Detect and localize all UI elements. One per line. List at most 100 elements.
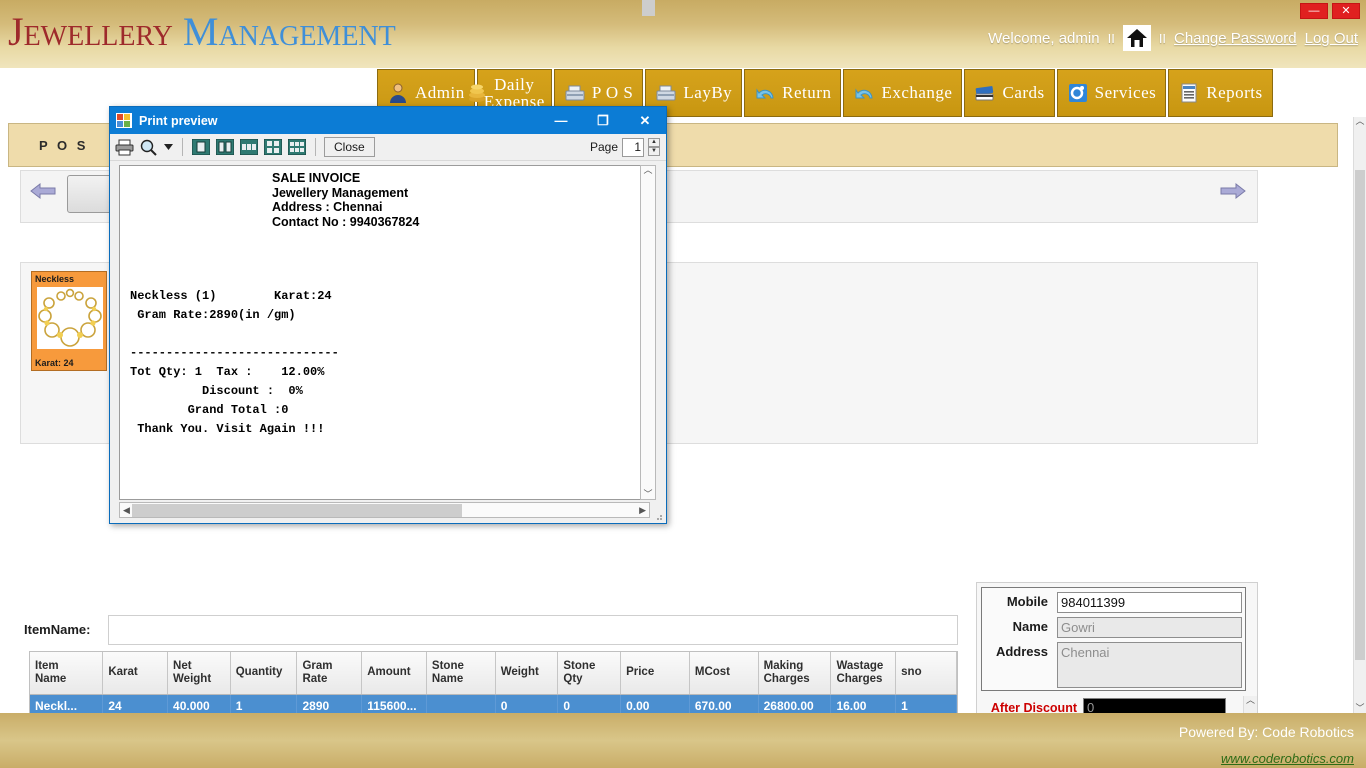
item-name-input[interactable] xyxy=(108,615,958,645)
scroll-thumb[interactable] xyxy=(1355,170,1365,660)
logout-link[interactable]: Log Out xyxy=(1305,30,1358,47)
page-number-input[interactable]: 1 xyxy=(622,137,644,157)
print-preview-minimize-button[interactable]: — xyxy=(540,107,582,134)
col-mcost[interactable]: MCost xyxy=(689,652,759,695)
product-karat-label: Karat: 24 xyxy=(35,358,74,368)
next-arrow-icon[interactable] xyxy=(1219,179,1247,208)
col-item-name[interactable]: Item Name xyxy=(30,652,104,695)
col-label: Net Weight xyxy=(173,659,212,685)
three-page-view-icon[interactable] xyxy=(239,137,259,157)
scroll-thumb[interactable] xyxy=(131,503,462,517)
product-card-neckless[interactable]: Neckless Karat: 24 xyxy=(31,271,107,371)
invoice-header-text: SALE INVOICE Jewellery Management Addres… xyxy=(272,171,420,229)
page-vscrollbar[interactable]: ︿ ﹀ xyxy=(1353,117,1366,713)
col-amount[interactable]: Amount xyxy=(361,652,427,695)
col-weight[interactable]: Weight xyxy=(495,652,559,695)
col-label: Making Charges xyxy=(763,659,810,685)
scroll-thumb[interactable] xyxy=(641,0,655,16)
col-price[interactable]: Price xyxy=(620,652,690,695)
print-icon[interactable] xyxy=(114,137,134,157)
two-page-view-icon[interactable] xyxy=(215,137,235,157)
services-icon xyxy=(1067,82,1089,104)
one-page-view-icon[interactable] xyxy=(191,137,211,157)
home-icon[interactable] xyxy=(1122,25,1151,51)
scroll-down-arrow-icon[interactable]: ﹀ xyxy=(643,490,652,499)
customer-details-box: Mobile 984011399 Name Gowri Address Chen… xyxy=(981,587,1246,691)
page-spinner-down[interactable]: ▼ xyxy=(648,147,660,156)
page-selector: Page 1 ▲ ▼ xyxy=(590,137,662,157)
minimize-button[interactable]: — xyxy=(1300,3,1328,19)
brand-part-two: Management xyxy=(172,9,396,54)
col-stone-qty[interactable]: Stone Qty xyxy=(557,652,622,695)
address-input[interactable]: Chennai xyxy=(1057,642,1242,688)
nav-label-cards: Cards xyxy=(1002,83,1045,102)
pos-tab-title: P O S xyxy=(39,138,89,153)
col-sno[interactable]: sno xyxy=(895,652,957,695)
welcome-text: Welcome, admin xyxy=(988,29,1100,47)
window-controls: — ✕ xyxy=(1300,3,1360,19)
user-icon xyxy=(387,82,409,104)
col-karat[interactable]: Karat xyxy=(102,652,169,695)
print-preview-maximize-button[interactable]: ❐ xyxy=(582,107,624,134)
change-password-link[interactable]: Change Password xyxy=(1174,30,1297,47)
scroll-up-arrow-icon[interactable]: ︿ xyxy=(1355,117,1364,126)
col-label: Wastage Charges xyxy=(836,659,884,685)
col-label: Weight xyxy=(500,666,539,679)
nav-label-layby: LayBy xyxy=(683,83,733,102)
col-label: Stone Name xyxy=(431,659,464,685)
close-preview-button[interactable]: Close xyxy=(324,137,375,157)
invoice-body-text: Neckless (1) Karat:24 Gram Rate:2890(in … xyxy=(130,289,339,436)
col-making-charges[interactable]: Making Charges xyxy=(758,652,832,695)
cards-icon xyxy=(974,82,996,104)
col-net-weight[interactable]: Net Weight xyxy=(167,652,231,695)
six-page-view-icon[interactable] xyxy=(287,137,307,157)
page-spinner-up[interactable]: ▲ xyxy=(648,138,660,147)
print-preview-window: Print preview — ❐ ✕ Close Page 1 ▲ ▼ SAL… xyxy=(109,0,667,524)
col-label: sno xyxy=(901,666,922,679)
nav-label-reports: Reports xyxy=(1206,83,1263,102)
nav-item-cards[interactable]: Cards xyxy=(964,69,1055,117)
chevron-down-icon[interactable] xyxy=(162,137,174,157)
resize-grip-icon[interactable] xyxy=(652,509,664,521)
nav-label-pos: P O S xyxy=(591,83,634,102)
col-wastage-charges[interactable]: Wastage Charges xyxy=(830,652,897,695)
preview-hscrollbar[interactable]: ◀ ▶ xyxy=(119,502,650,518)
col-stone-name[interactable]: Stone Name xyxy=(426,652,496,695)
scroll-up-arrow-icon[interactable]: ︿ xyxy=(643,166,652,175)
col-gram-rate[interactable]: Gram Rate xyxy=(296,652,363,695)
close-button[interactable]: ✕ xyxy=(1332,3,1360,19)
print-preview-titlebar[interactable]: Print preview — ❐ ✕ xyxy=(110,107,666,134)
nav-item-return[interactable]: Return xyxy=(744,69,842,117)
scroll-down-arrow-icon[interactable]: ﹀ xyxy=(1355,704,1364,713)
zoom-icon[interactable] xyxy=(138,137,158,157)
preview-vscrollbar[interactable]: ︿ ﹀ xyxy=(640,0,656,500)
page-spinner: ▲ ▼ xyxy=(648,138,660,156)
company-website-link[interactable]: www.coderobotics.com xyxy=(1221,751,1354,766)
nav-label-daily: Daily xyxy=(494,75,535,94)
nav-item-exchange[interactable]: Exchange xyxy=(843,69,963,117)
brand-part-one: Jewellery xyxy=(8,9,173,54)
scroll-up-arrow-icon[interactable]: ︿ xyxy=(1246,696,1255,705)
product-image xyxy=(37,287,103,349)
print-preview-app-icon xyxy=(116,113,132,128)
nav-item-services[interactable]: Services xyxy=(1056,69,1167,117)
items-table: Item Name Karat Net Weight Quantity Gram… xyxy=(30,652,957,718)
invoice-preview-page: SALE INVOICE Jewellery Management Addres… xyxy=(119,165,649,500)
scroll-left-arrow-icon[interactable]: ◀ xyxy=(120,505,130,515)
nav-item-reports[interactable]: Reports xyxy=(1168,69,1273,117)
mobile-input[interactable]: 984011399 xyxy=(1057,592,1242,613)
prev-arrow-icon[interactable] xyxy=(29,179,57,208)
welcome-bar: Welcome, admin II II Change Password Log… xyxy=(988,25,1358,51)
four-page-view-icon[interactable] xyxy=(263,137,283,157)
name-input[interactable]: Gowri xyxy=(1057,617,1242,638)
app-header: Jewellery Management — ✕ Welcome, admin … xyxy=(0,0,1366,68)
col-label: Quantity xyxy=(235,666,283,679)
scroll-right-arrow-icon[interactable]: ▶ xyxy=(639,505,649,515)
col-quantity[interactable]: Quantity xyxy=(230,652,298,695)
col-label: Stone Qty xyxy=(563,659,596,685)
col-label: Amount xyxy=(367,666,411,679)
col-label: Item Name xyxy=(35,659,67,685)
print-preview-close-button[interactable]: ✕ xyxy=(624,107,666,134)
cash-register-icon xyxy=(564,82,586,104)
return-arrow-icon xyxy=(754,82,776,104)
